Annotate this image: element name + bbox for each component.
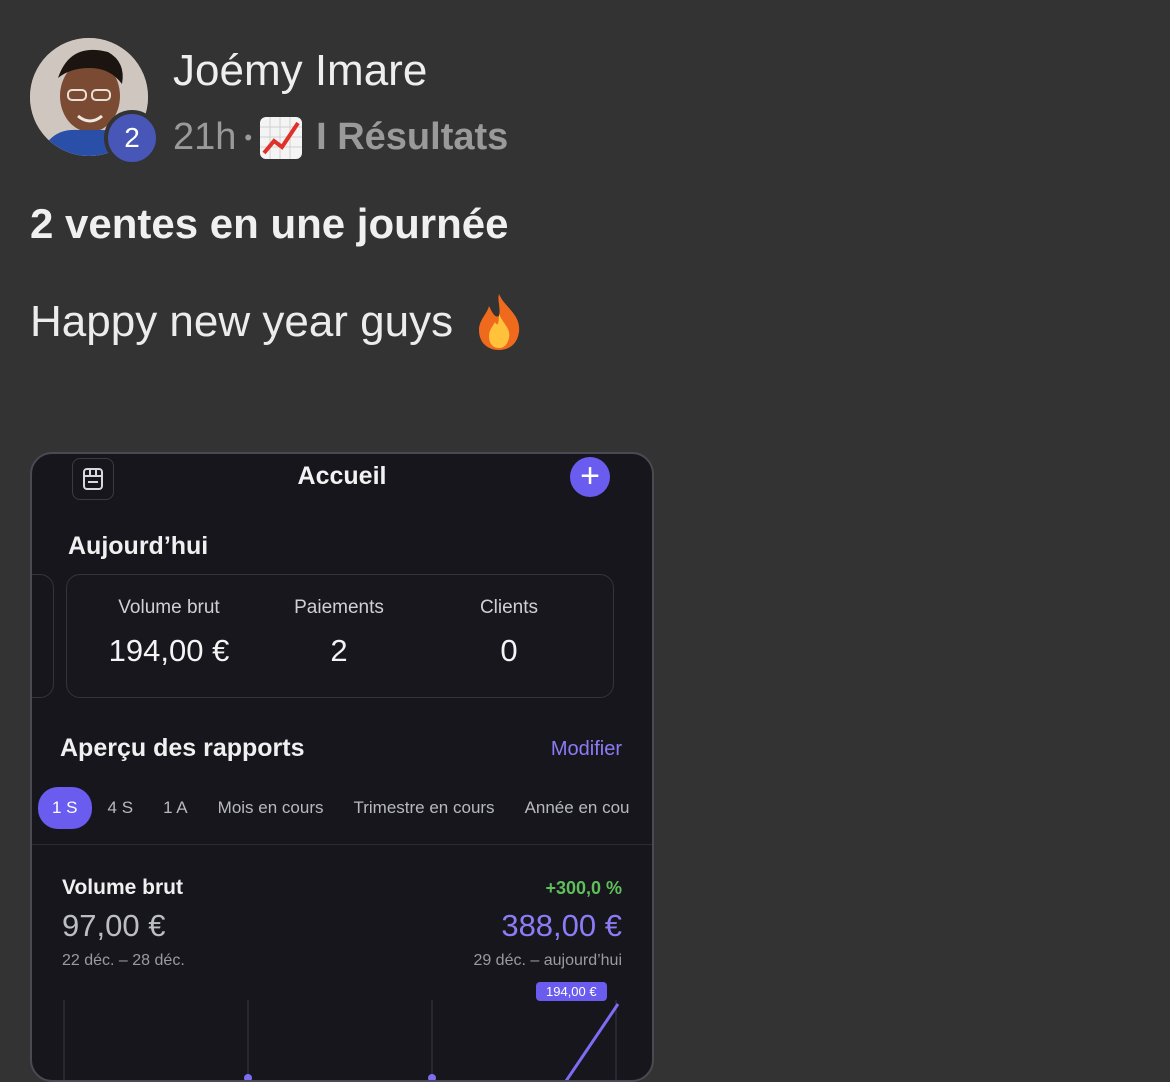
today-stats-card[interactable]: Volume brut 194,00 € Paiements 2 Clients… xyxy=(66,574,614,698)
previous-volume: 97,00 € xyxy=(62,908,166,943)
embedded-screenshot: Accueil + Aujourd’hui Volume brut 194,00… xyxy=(30,452,654,1082)
meta-separator: • xyxy=(244,124,253,150)
nav-title: Accueil xyxy=(297,462,387,490)
add-button[interactable]: + xyxy=(570,457,610,497)
stat-value: 194,00 € xyxy=(108,633,230,668)
level-badge: 2 xyxy=(104,110,160,166)
previous-card-edge[interactable] xyxy=(32,574,54,698)
post-body-text: Happy new year guys xyxy=(30,297,454,346)
volume-delta: +300,0 % xyxy=(545,878,622,898)
stat-customers: Clients 0 xyxy=(419,597,599,669)
post-time: 21h xyxy=(173,116,237,158)
tab-current-year[interactable]: Année en cou xyxy=(525,798,630,818)
divider xyxy=(32,844,652,845)
edit-reports-link[interactable]: Modifier xyxy=(551,738,622,761)
current-volume: 388,00 € xyxy=(501,908,622,943)
post-meta: 21h • I Résultats xyxy=(173,116,508,159)
stat-value: 0 xyxy=(500,633,518,668)
tab-current-month[interactable]: Mois en cours xyxy=(218,798,324,818)
chart-line xyxy=(564,1003,620,1080)
today-heading: Aujourd’hui xyxy=(68,532,209,560)
stat-value: 2 xyxy=(330,633,348,668)
post-title: 2 ventes en une journée xyxy=(30,200,509,247)
stat-payments: Paiements 2 xyxy=(249,597,429,669)
chart-point xyxy=(428,1074,436,1080)
stat-label: Volume brut xyxy=(118,597,220,618)
current-range: 29 déc. – aujourd’hui xyxy=(473,952,622,969)
previous-range: 22 déc. – 28 déc. xyxy=(62,952,185,969)
volume-title: Volume brut xyxy=(62,876,183,899)
post-header: 2 Joémy Imare 21h • I Résultats xyxy=(30,38,630,168)
tab-current-quarter[interactable]: Trimestre en cours xyxy=(353,798,494,818)
chart-tooltip: 194,00 € xyxy=(536,982,607,1001)
chart-increasing-icon xyxy=(260,116,303,159)
chart-point xyxy=(244,1074,252,1080)
post-category[interactable]: I Résultats xyxy=(316,116,508,159)
tab-4s[interactable]: 4 S xyxy=(108,798,134,818)
post-body: Happy new year guys xyxy=(30,292,527,352)
author-name[interactable]: Joémy Imare xyxy=(173,46,427,96)
tab-1s[interactable]: 1 S xyxy=(38,787,92,829)
stat-gross-volume: Volume brut 194,00 € xyxy=(79,597,259,669)
tab-1a[interactable]: 1 A xyxy=(163,798,188,818)
reports-heading: Aperçu des rapports xyxy=(60,734,305,762)
period-tabs: 1 S 4 S 1 A Mois en cours Trimestre en c… xyxy=(38,787,652,829)
stat-label: Paiements xyxy=(294,597,384,618)
fire-icon xyxy=(471,292,527,352)
stat-label: Clients xyxy=(479,597,539,618)
